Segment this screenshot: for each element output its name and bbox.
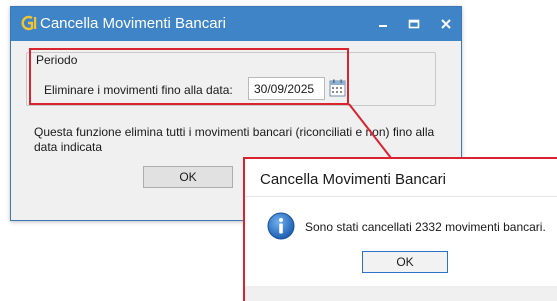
result-dialog-footer bbox=[245, 286, 557, 301]
highlight-frame bbox=[29, 48, 349, 105]
app-logo-icon bbox=[21, 15, 37, 31]
description-text: Questa funzione elimina tutti i moviment… bbox=[34, 125, 435, 154]
window-title: Cancella Movimenti Bancari bbox=[40, 15, 226, 32]
ok-button[interactable]: OK bbox=[143, 166, 233, 188]
divider bbox=[245, 196, 557, 197]
result-ok-button[interactable]: OK bbox=[362, 251, 448, 273]
titlebar: Cancella Movimenti Bancari bbox=[11, 7, 461, 41]
minimize-icon bbox=[379, 25, 387, 27]
result-message: Sono stati cancellati 2332 movimenti ban… bbox=[305, 220, 546, 234]
info-icon bbox=[267, 212, 295, 240]
maximize-icon bbox=[408, 19, 420, 29]
close-icon bbox=[441, 19, 451, 29]
maximize-button[interactable] bbox=[397, 7, 431, 41]
minimize-button[interactable] bbox=[366, 7, 400, 41]
screenshot-stage: Cancella Movimenti Bancari Periodo Elimi… bbox=[0, 0, 557, 301]
result-dialog-title: Cancella Movimenti Bancari bbox=[260, 171, 446, 188]
close-button[interactable] bbox=[429, 7, 463, 41]
